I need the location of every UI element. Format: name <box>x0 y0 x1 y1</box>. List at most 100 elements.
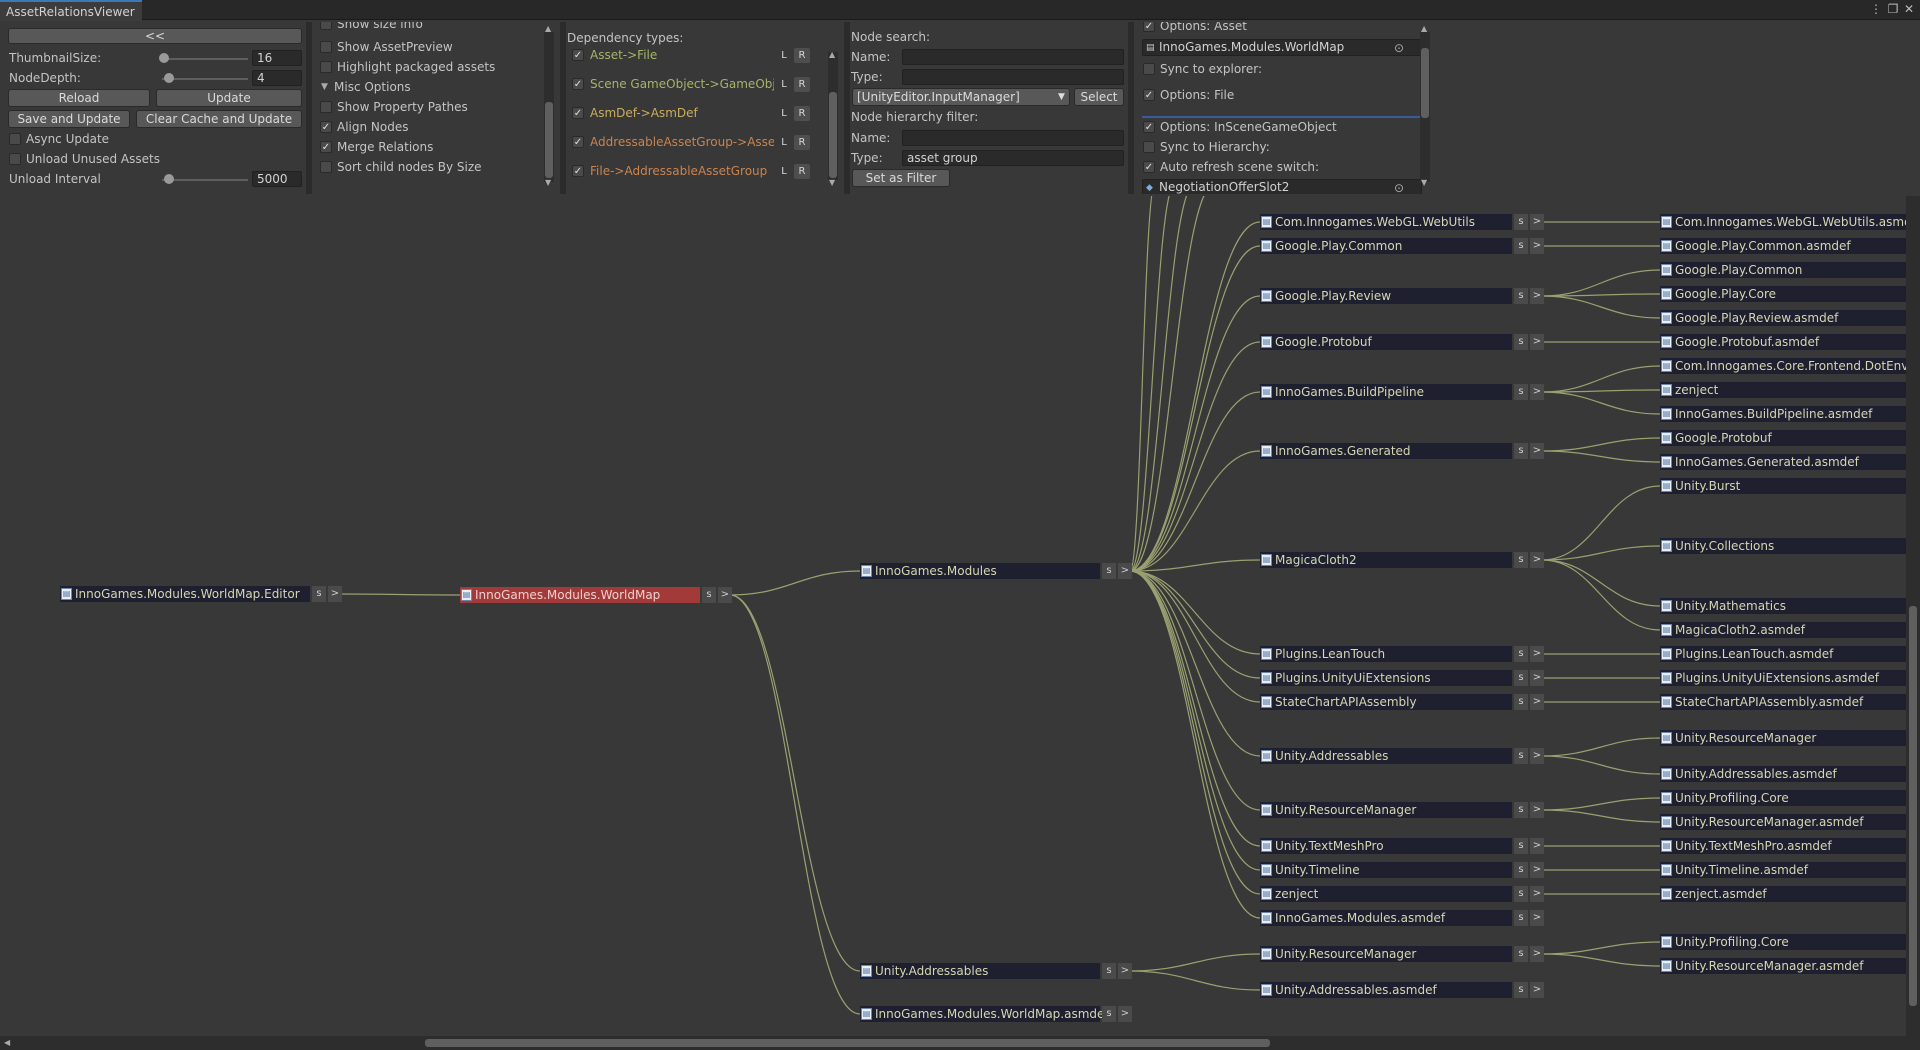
options-scene-checkbox[interactable]: ✓ <box>1143 121 1155 133</box>
node-select-button[interactable]: s <box>1514 214 1528 230</box>
relations-graph[interactable]: ▤ InnoGames.Modules.WorldMap.Editor s > ▤ Inn… <box>0 196 1920 1036</box>
graph-node[interactable]: ▤ Unity.Addressables <box>1260 748 1512 764</box>
graph-node[interactable]: ▤ Google.Protobuf <box>1260 334 1512 350</box>
collapse-button[interactable]: << <box>8 28 302 44</box>
node-expand-button[interactable]: > <box>1530 238 1544 254</box>
dependency-asmdef-r-button[interactable]: R <box>794 106 810 121</box>
node-expand-button[interactable]: > <box>1530 334 1544 350</box>
chevron-down-icon[interactable]: ▼ <box>321 78 328 96</box>
thumbnail-size-field[interactable]: 16 <box>252 50 302 66</box>
graph-node[interactable]: ▤ Unity.ResourceManager.asmdef <box>1660 814 1908 830</box>
unload-interval-field[interactable]: 5000 <box>252 171 302 187</box>
dependency-scrollbar-thumb[interactable] <box>829 92 837 178</box>
graph-node[interactable]: ▤ Unity.Profiling.Core <box>1660 790 1908 806</box>
graph-node[interactable]: ▤ Unity.TextMeshPro.asmdef <box>1660 838 1908 854</box>
display-scrollbar-thumb[interactable] <box>545 102 553 178</box>
node-select-button[interactable]: s <box>312 586 326 602</box>
scroll-up-icon[interactable]: ▲ <box>1421 24 1427 33</box>
graph-horizontal-scrollbar-thumb[interactable] <box>425 1039 1270 1047</box>
highlight-checkbox[interactable] <box>320 61 332 73</box>
graph-node[interactable]: ▤ InnoGames.BuildPipeline.asmdef <box>1660 406 1908 422</box>
node-select-button[interactable]: s <box>1514 384 1528 400</box>
node-select-button[interactable]: s <box>1514 238 1528 254</box>
show-size-checkbox[interactable] <box>320 22 332 30</box>
graph-node[interactable]: ▤ zenject <box>1660 382 1908 398</box>
options-scrollbar-thumb[interactable] <box>1421 48 1429 118</box>
clear-cache-button[interactable]: Clear Cache and Update <box>136 110 302 128</box>
scroll-up-icon[interactable]: ▲ <box>545 24 551 33</box>
node-expand-button[interactable]: > <box>1530 552 1544 568</box>
node-expand-button[interactable]: > <box>1118 1006 1132 1022</box>
node-expand-button[interactable]: > <box>1530 748 1544 764</box>
scene-object-field[interactable]: NegotiationOfferSlot2 <box>1142 179 1422 194</box>
graph-node[interactable]: ▤ Com.Innogames.WebGL.WebUtils.asmdef <box>1660 214 1920 230</box>
node-select-button[interactable]: s <box>1514 748 1528 764</box>
property-pathes-checkbox[interactable] <box>320 101 332 113</box>
graph-node[interactable]: ▤ zenject <box>1260 886 1512 902</box>
window-tab[interactable]: AssetRelationsViewer <box>0 0 142 21</box>
node-select-button[interactable]: s <box>1514 334 1528 350</box>
search-type-input[interactable] <box>902 69 1124 85</box>
auto-refresh-checkbox[interactable]: ✓ <box>1143 161 1155 173</box>
asset-object-field[interactable]: InnoGames.Modules.WorldMap <box>1142 39 1422 56</box>
dependency-asset-file-checkbox[interactable]: ✓ <box>572 49 584 61</box>
graph-node[interactable]: ▤ Unity.Profiling.Core <box>1660 934 1908 950</box>
dependency-asmdef-l-button[interactable]: L <box>776 106 792 121</box>
graph-node[interactable]: ▤ InnoGames.Modules <box>860 563 1100 579</box>
menu-icon[interactable]: ⋮ <box>1869 2 1883 16</box>
graph-node[interactable]: ▤ MagicaCloth2 <box>1260 552 1512 568</box>
graph-node[interactable]: ▤ Google.Protobuf <box>1660 430 1908 446</box>
node-select-button[interactable]: s <box>1102 963 1116 979</box>
dependency-scene-gameobject-checkbox[interactable]: ✓ <box>572 78 584 90</box>
graph-node-selected[interactable]: ▤ InnoGames.Modules.WorldMap <box>460 587 700 603</box>
graph-node[interactable]: ▤ Google.Play.Common.asmdef <box>1660 238 1908 254</box>
node-select-button[interactable]: s <box>1514 552 1528 568</box>
interval-slider-knob[interactable] <box>164 174 174 184</box>
node-depth-field[interactable]: 4 <box>252 70 302 86</box>
close-icon[interactable]: ✕ <box>1902 2 1916 16</box>
node-expand-button[interactable]: > <box>1530 288 1544 304</box>
graph-node[interactable]: ▤ InnoGames.Modules.asmdef <box>1260 910 1512 926</box>
node-expand-button[interactable]: > <box>1530 838 1544 854</box>
object-picker-icon[interactable]: ⊙ <box>1394 39 1404 57</box>
node-select-button[interactable]: s <box>1514 670 1528 686</box>
graph-node[interactable]: ▤ Unity.ResourceManager <box>1660 730 1908 746</box>
dependency-asmdef-checkbox[interactable]: ✓ <box>572 107 584 119</box>
node-select-button[interactable]: s <box>1514 694 1528 710</box>
graph-node[interactable]: ▤ StateChartAPIAssembly.asmdef <box>1660 694 1908 710</box>
show-preview-checkbox[interactable] <box>320 41 332 53</box>
graph-vertical-scrollbar-thumb[interactable] <box>1909 606 1917 1006</box>
node-expand-button[interactable]: > <box>1530 910 1544 926</box>
node-expand-button[interactable]: > <box>1530 694 1544 710</box>
save-and-update-button[interactable]: Save and Update <box>8 110 130 128</box>
restore-icon[interactable]: ❐ <box>1886 2 1900 16</box>
search-name-input[interactable] <box>902 49 1124 65</box>
node-select-button[interactable]: s <box>1514 910 1528 926</box>
dependency-addressable-group-l-button[interactable]: L <box>776 135 792 150</box>
unload-assets-checkbox[interactable] <box>9 153 21 165</box>
node-select-button[interactable]: s <box>1514 982 1528 998</box>
dependency-addressable-group-r-button[interactable]: R <box>794 135 810 150</box>
node-expand-button[interactable]: > <box>1530 443 1544 459</box>
graph-node[interactable]: ▤ Unity.ResourceManager <box>1260 802 1512 818</box>
graph-node[interactable]: ▤ Plugins.LeanTouch.asmdef <box>1660 646 1908 662</box>
graph-node[interactable]: ▤ Plugins.LeanTouch <box>1260 646 1512 662</box>
options-file-checkbox[interactable]: ✓ <box>1143 89 1155 101</box>
scroll-down-icon[interactable]: ▼ <box>545 178 551 187</box>
scroll-up-icon[interactable]: ▲ <box>829 50 835 59</box>
node-expand-button[interactable]: > <box>1118 563 1132 579</box>
dependency-asset-file-l-button[interactable]: L <box>776 48 792 63</box>
graph-horizontal-scrollbar[interactable]: ◀ <box>0 1036 1920 1050</box>
sync-hierarchy-checkbox[interactable] <box>1143 141 1155 153</box>
graph-node[interactable]: ▤ zenject.asmdef <box>1660 886 1908 902</box>
async-update-checkbox[interactable] <box>9 133 21 145</box>
set-as-filter-button[interactable]: Set as Filter <box>852 169 950 187</box>
node-select-button[interactable]: s <box>1514 802 1528 818</box>
node-expand-button[interactable]: > <box>1530 862 1544 878</box>
node-expand-button[interactable]: > <box>1530 670 1544 686</box>
graph-node[interactable]: ▤ Com.Innogames.Core.Frontend.DotEnvP <box>1660 358 1916 374</box>
graph-node[interactable]: ▤ Plugins.UnityUiExtensions <box>1260 670 1512 686</box>
depth-slider-knob[interactable] <box>164 73 174 83</box>
node-select-button[interactable]: s <box>1102 1006 1116 1022</box>
scroll-down-icon[interactable]: ▼ <box>829 178 835 187</box>
